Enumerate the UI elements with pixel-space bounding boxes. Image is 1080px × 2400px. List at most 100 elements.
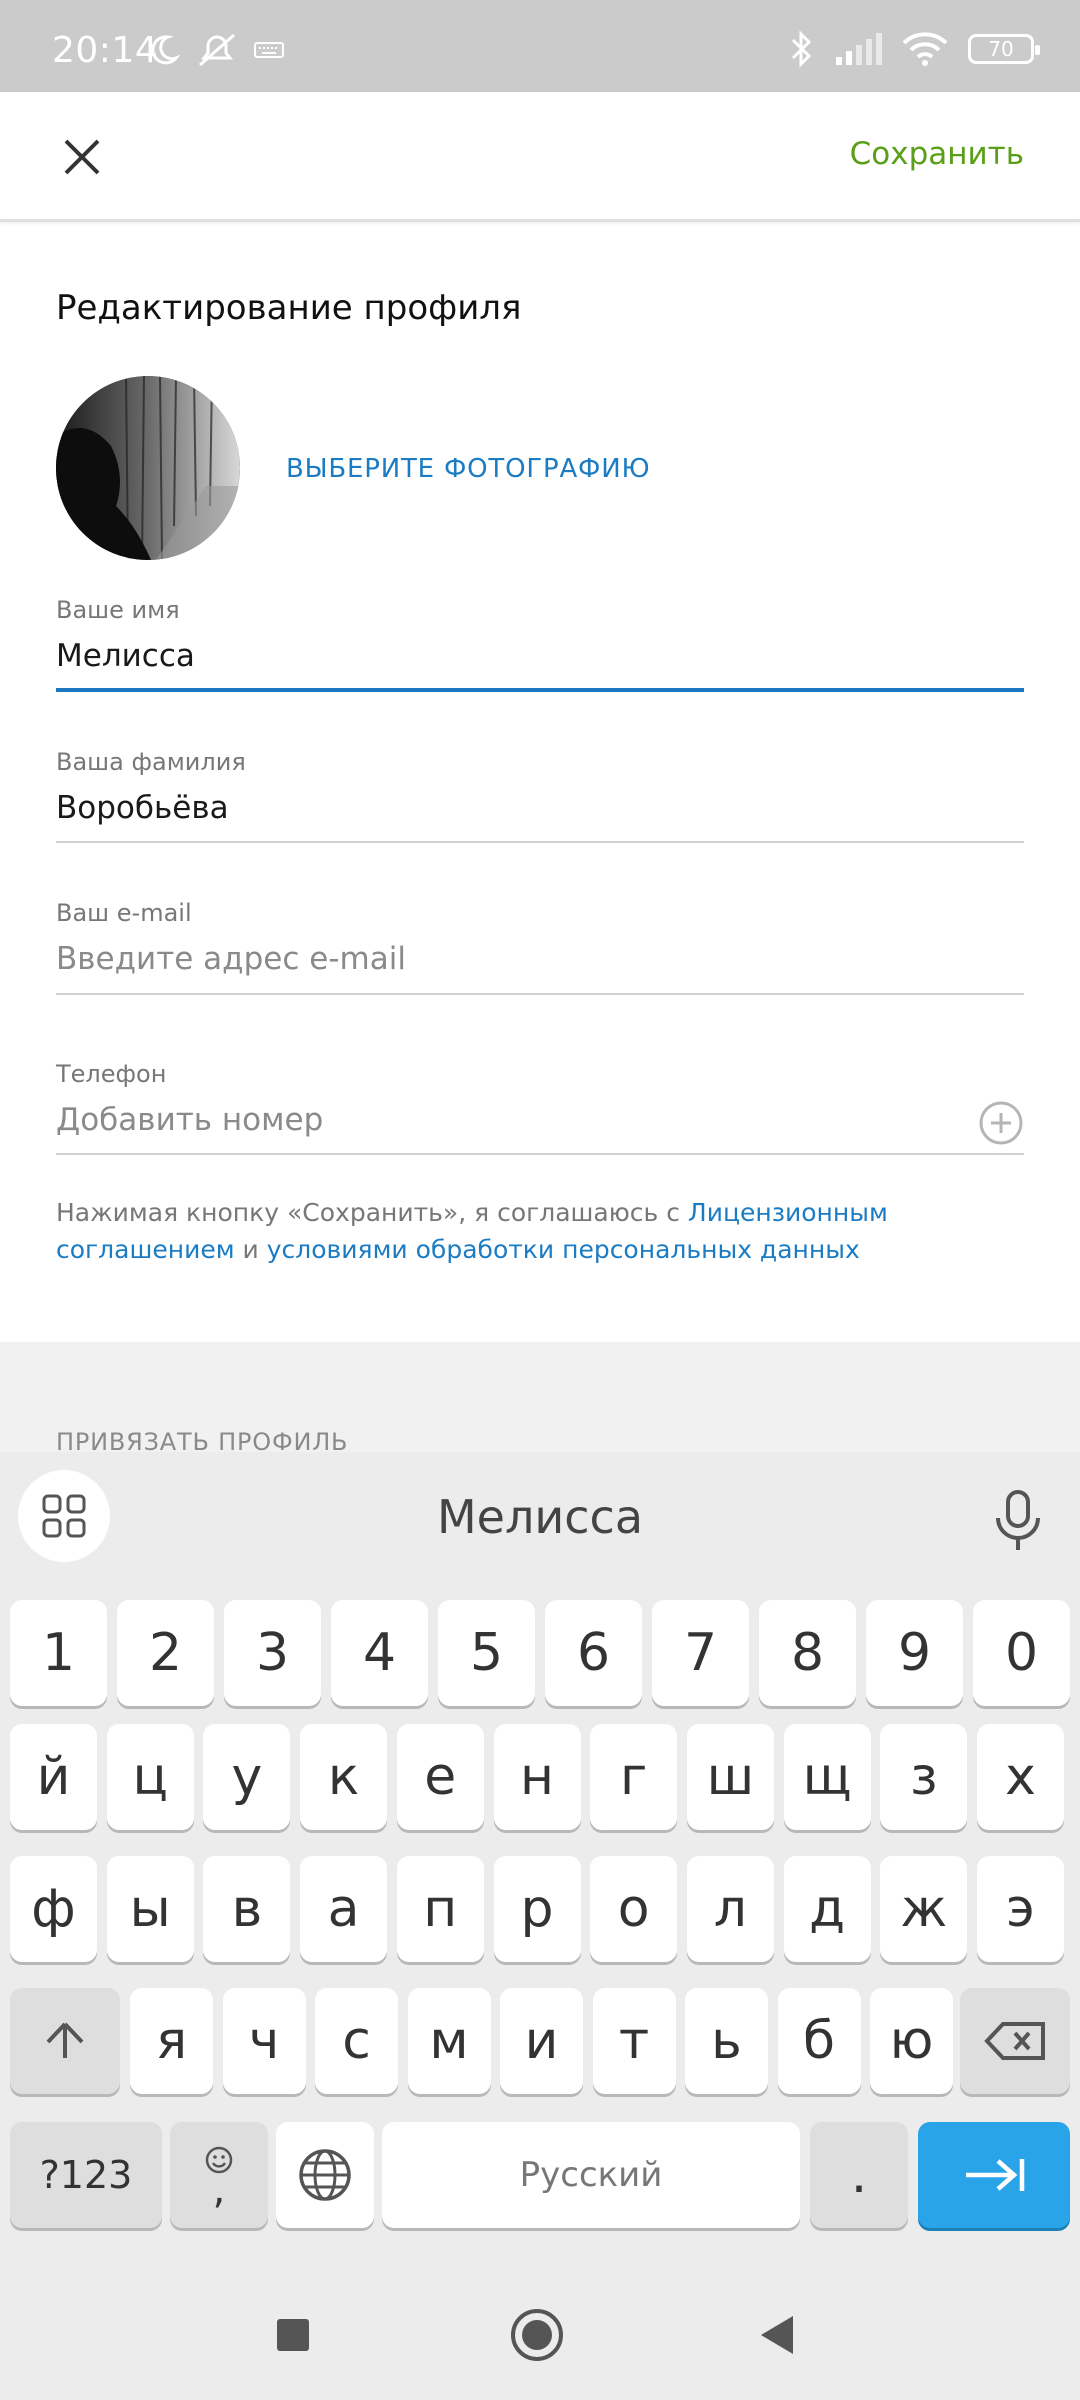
- first-name-label: Ваше имя: [56, 596, 180, 624]
- status-bar: 20:14 70: [0, 0, 1080, 92]
- letter-key[interactable]: м: [407, 1988, 491, 2094]
- keyboard: Мелисса 1234567890 йцукенгшщзх фывапролд…: [0, 1452, 1080, 2272]
- letter-key[interactable]: с: [315, 1988, 398, 2094]
- choose-photo-link[interactable]: ВЫБЕРИТЕ ФОТОГРАФИЮ: [286, 454, 650, 484]
- number-key[interactable]: 4: [331, 1600, 428, 1706]
- letter-key[interactable]: д: [783, 1856, 871, 1962]
- letter-key[interactable]: ж: [880, 1856, 968, 1962]
- last-name-input[interactable]: Воробьёва: [56, 790, 1024, 826]
- letter-key[interactable]: в: [203, 1856, 291, 1962]
- letter-key[interactable]: ю: [870, 1988, 953, 2094]
- shift-key[interactable]: [10, 1988, 120, 2094]
- phone-input[interactable]: Добавить номер: [56, 1102, 1024, 1138]
- symbols-key[interactable]: ?123: [10, 2122, 162, 2228]
- status-time: 20:14: [52, 30, 159, 71]
- globe-icon: [299, 2149, 351, 2201]
- number-key[interactable]: 9: [866, 1600, 963, 1706]
- navigation-bar: [0, 2272, 1080, 2400]
- letter-key[interactable]: а: [300, 1856, 388, 1962]
- home-circle-icon: [511, 2309, 563, 2361]
- letter-key[interactable]: е: [396, 1724, 484, 1830]
- emoji-comma-key[interactable]: ,: [170, 2122, 268, 2228]
- number-key[interactable]: 8: [759, 1600, 856, 1706]
- mic-icon[interactable]: [990, 1488, 1046, 1552]
- number-key[interactable]: 2: [117, 1600, 214, 1706]
- recents-button[interactable]: [258, 2300, 328, 2370]
- letter-key[interactable]: и: [500, 1988, 583, 2094]
- letter-key[interactable]: г: [590, 1724, 678, 1830]
- avatar[interactable]: [56, 376, 240, 560]
- letter-key[interactable]: ь: [685, 1988, 768, 2094]
- number-key[interactable]: 0: [973, 1600, 1070, 1706]
- language-key[interactable]: [276, 2122, 374, 2228]
- letter-key[interactable]: л: [686, 1856, 774, 1962]
- email-field[interactable]: Ваш e-mail Введите адрес e-mail: [56, 899, 1024, 995]
- save-button[interactable]: Сохранить: [850, 136, 1024, 172]
- phone-label: Телефон: [56, 1060, 167, 1088]
- backspace-key[interactable]: [960, 1988, 1070, 2094]
- space-key[interactable]: Русский: [382, 2122, 800, 2228]
- letter-key[interactable]: т: [592, 1988, 676, 2094]
- phone-field[interactable]: Телефон Добавить номер: [56, 1060, 1024, 1156]
- email-underline: [56, 993, 1024, 995]
- letter-key[interactable]: й: [10, 1724, 97, 1830]
- email-input[interactable]: Введите адрес e-mail: [56, 941, 1024, 977]
- phone-underline: [56, 1153, 1024, 1155]
- letter-key[interactable]: ы: [106, 1856, 194, 1962]
- back-button[interactable]: [742, 2300, 812, 2370]
- letter-key[interactable]: п: [396, 1856, 484, 1962]
- moon-icon: [151, 35, 180, 65]
- keyboard-icon: [254, 42, 284, 58]
- comma-label: ,: [212, 2167, 226, 2213]
- number-key[interactable]: 6: [545, 1600, 642, 1706]
- backspace-icon: [984, 2022, 1045, 2060]
- last-name-label: Ваша фамилия: [56, 748, 246, 776]
- number-key[interactable]: 3: [224, 1600, 321, 1706]
- first-name-field[interactable]: Ваше имя Мелисса: [56, 596, 1024, 692]
- home-button[interactable]: [502, 2300, 572, 2370]
- battery-level: 70: [988, 37, 1014, 61]
- signal-icon: [836, 33, 882, 65]
- letter-key[interactable]: н: [493, 1724, 581, 1830]
- email-label: Ваш e-mail: [56, 899, 192, 927]
- first-name-input[interactable]: Мелисса: [56, 638, 1024, 674]
- letter-key[interactable]: я: [130, 1988, 213, 2094]
- number-key[interactable]: 1: [10, 1600, 107, 1706]
- wifi-icon: [902, 32, 948, 66]
- number-key[interactable]: 7: [652, 1600, 749, 1706]
- page-title: Редактирование профиля: [56, 288, 522, 328]
- letter-key[interactable]: ц: [106, 1724, 194, 1830]
- letter-key[interactable]: х: [977, 1724, 1064, 1830]
- last-name-field[interactable]: Ваша фамилия Воробьёва: [56, 748, 1024, 844]
- tab-arrow-icon: [966, 2159, 1025, 2191]
- shift-arrow-icon: [46, 2022, 84, 2058]
- first-name-underline: [56, 688, 1024, 692]
- bluetooth-icon: [791, 30, 812, 68]
- letter-key[interactable]: щ: [783, 1724, 871, 1830]
- period-key[interactable]: .: [810, 2122, 908, 2228]
- letter-key[interactable]: у: [203, 1724, 291, 1830]
- consent-prefix: Нажимая кнопку «Сохранить», я соглашаюсь…: [56, 1198, 680, 1227]
- letter-key[interactable]: ч: [222, 1988, 306, 2094]
- letter-key[interactable]: к: [300, 1724, 388, 1830]
- avatar-photo: [56, 376, 240, 560]
- keyboard-suggestion[interactable]: Мелисса: [0, 1490, 1080, 1544]
- app-bar: Сохранить: [0, 92, 1080, 222]
- square-icon: [277, 2319, 309, 2351]
- next-key[interactable]: [918, 2122, 1070, 2228]
- letter-key[interactable]: о: [590, 1856, 678, 1962]
- letter-key[interactable]: э: [977, 1856, 1064, 1962]
- add-circle-icon[interactable]: [978, 1100, 1024, 1146]
- close-button[interactable]: [50, 125, 114, 189]
- close-icon: [64, 139, 100, 175]
- back-triangle-icon: [761, 2316, 793, 2354]
- letter-key[interactable]: з: [880, 1724, 968, 1830]
- mute-icon: [199, 33, 235, 67]
- letter-key[interactable]: р: [493, 1856, 581, 1962]
- letter-key[interactable]: ф: [10, 1856, 97, 1962]
- letter-key[interactable]: ш: [686, 1724, 774, 1830]
- privacy-terms-link[interactable]: условиями обработки персональных данных: [267, 1235, 860, 1264]
- number-key[interactable]: 5: [438, 1600, 535, 1706]
- last-name-underline: [56, 841, 1024, 843]
- letter-key[interactable]: б: [777, 1988, 861, 2094]
